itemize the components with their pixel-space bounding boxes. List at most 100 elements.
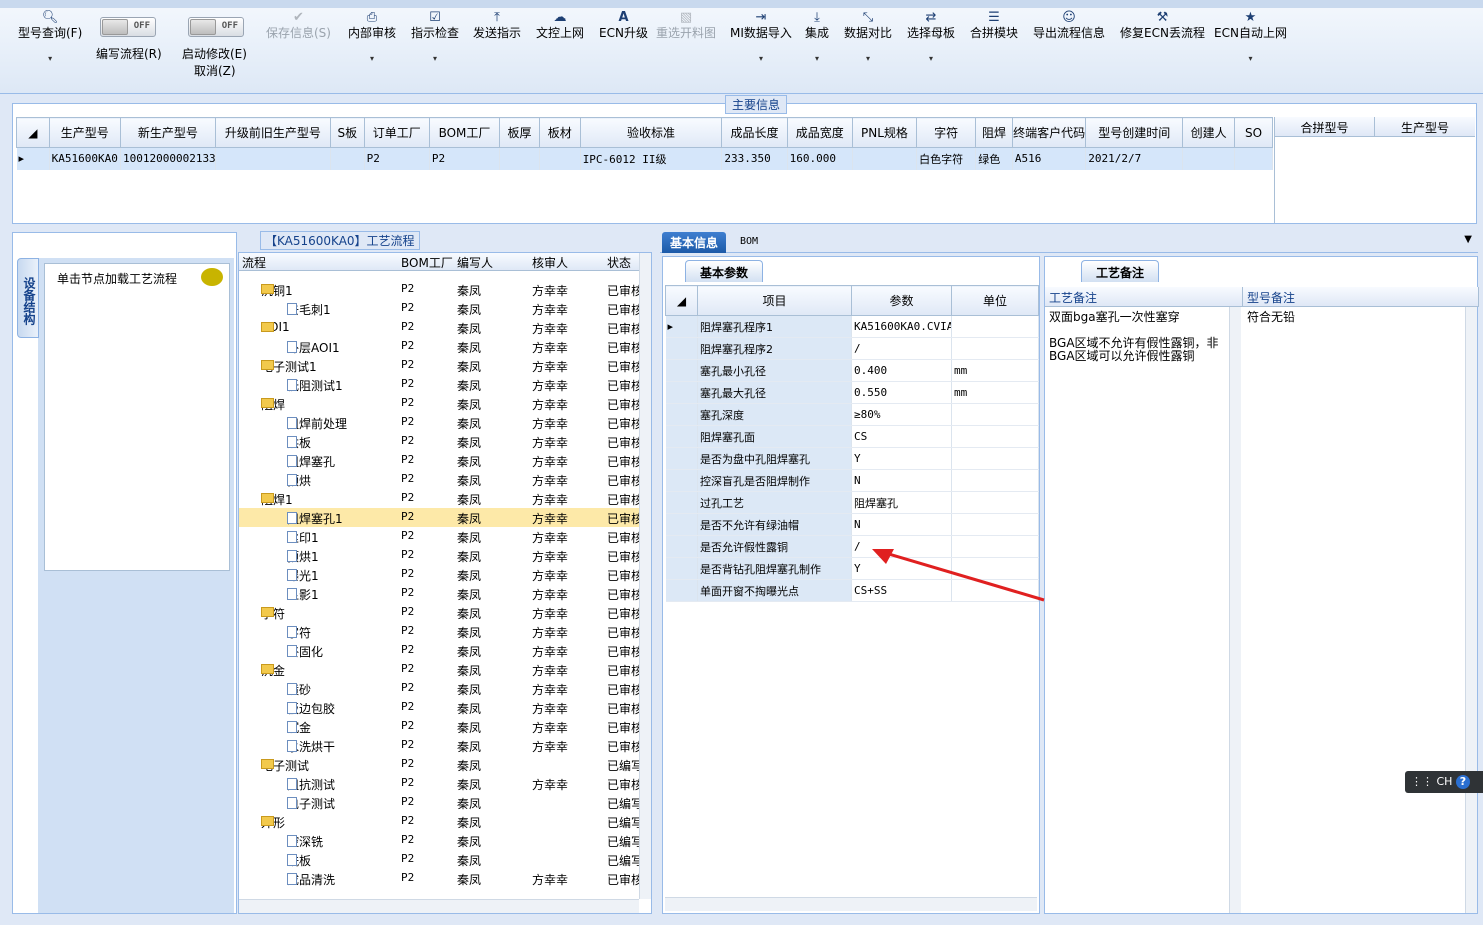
chevron-down-icon[interactable]: ▾ bbox=[348, 51, 396, 66]
process-notes-text[interactable]: 双面bga塞孔一次性塞穿 BGA区域不允许有假性露铜，非 BGA区域可以允许假性… bbox=[1049, 311, 1229, 363]
tab-basic-params[interactable]: 基本参数 bbox=[685, 260, 764, 282]
tree-node[interactable]: 预烘 P2 秦凤 方幸幸 已审核 bbox=[239, 470, 643, 489]
ecn-auto-online-button[interactable]: ★ ECN自动上网 ▾ bbox=[1214, 10, 1287, 66]
param-unit-cell[interactable]: mm bbox=[951, 381, 1039, 404]
param-unit-cell[interactable] bbox=[951, 469, 1039, 492]
send-instruction-button[interactable]: ⤒ 发送指示 bbox=[473, 10, 521, 41]
params-hscrollbar[interactable] bbox=[665, 897, 1037, 911]
tree-node[interactable]: 阻抗测试 P2 秦凤 方幸幸 已审核 bbox=[239, 774, 643, 793]
tree-node[interactable]: 显影1 P2 秦凤 方幸幸 已审核 bbox=[239, 584, 643, 603]
param-value-cell[interactable]: 0.400 bbox=[851, 359, 952, 382]
process-hscrollbar[interactable] bbox=[239, 899, 639, 913]
param-value-cell[interactable]: 阻焊塞孔 bbox=[851, 491, 952, 514]
chevron-down-icon[interactable]: ▾ bbox=[907, 51, 955, 66]
param-unit-cell[interactable] bbox=[951, 513, 1039, 536]
tree-node[interactable]: 终固化 P2 秦凤 方幸幸 已审核 bbox=[239, 641, 643, 660]
param-value-cell[interactable]: ≥80% bbox=[851, 403, 952, 426]
param-value-cell[interactable]: N bbox=[851, 469, 952, 492]
param-unit-cell[interactable] bbox=[951, 425, 1039, 448]
tree-node[interactable]: −阻焊1 P2 秦凤 方幸幸 已审核 bbox=[239, 489, 643, 508]
write-process-toggle[interactable]: OFF bbox=[100, 17, 156, 37]
param-row[interactable]: 过孔工艺 阻焊塞孔 bbox=[665, 491, 1039, 514]
tree-node[interactable]: 阻焊前处理 P2 秦凤 方幸幸 已审核 bbox=[239, 413, 643, 432]
tab-basic-info[interactable]: 基本信息 bbox=[662, 232, 727, 253]
save-info-button[interactable]: ✔ 保存信息(S) bbox=[266, 10, 331, 41]
ime-toolbar[interactable]: ⋮⋮ CH ? bbox=[1405, 771, 1483, 793]
tree-node[interactable]: 曝光1 P2 秦凤 方幸幸 已审核 bbox=[239, 565, 643, 584]
cancel-label[interactable]: 取消(Z) bbox=[194, 62, 236, 79]
param-unit-cell[interactable] bbox=[951, 315, 1039, 338]
param-value-cell[interactable]: 0.550 bbox=[851, 381, 952, 404]
model-query-button[interactable]: 🔍︎ 型号查询(F) ▾ bbox=[18, 10, 82, 66]
tree-node[interactable]: −AOI1 P2 秦凤 方幸幸 已审核 bbox=[239, 318, 643, 337]
param-row[interactable]: 阻焊塞孔面 CS bbox=[665, 425, 1039, 448]
param-value-cell[interactable]: KA51600KA0.CVIA bbox=[851, 315, 952, 338]
tree-node[interactable]: 铣板 P2 秦凤 已编写 bbox=[239, 850, 643, 869]
ecn-upgrade-button[interactable]: A ECN升级 bbox=[599, 10, 648, 41]
param-row[interactable]: ▸ 阻焊塞孔程序1 KA51600KA0.CVIA bbox=[665, 315, 1039, 338]
tab-device-structure[interactable]: 设备结构 bbox=[17, 258, 39, 338]
tree-node[interactable]: −沉金 P2 秦凤 方幸幸 已审核 bbox=[239, 660, 643, 679]
process-notes-scrollbar[interactable] bbox=[1229, 307, 1241, 913]
tree-node[interactable]: −沉铜1 P2 秦凤 方幸幸 已审核 bbox=[239, 280, 643, 299]
mi-data-import-button[interactable]: ⇥ MI数据导入 ▾ bbox=[730, 10, 792, 66]
tab-bom[interactable]: BOM bbox=[732, 232, 766, 253]
tree-node[interactable]: 烘板 P2 秦凤 方幸幸 已审核 bbox=[239, 432, 643, 451]
tree-node[interactable]: −外形 P2 秦凤 已编写 bbox=[239, 812, 643, 831]
model-notes-scrollbar[interactable] bbox=[1465, 307, 1477, 913]
chevron-down-icon[interactable]: ▾ bbox=[411, 51, 459, 66]
export-process-info-button[interactable]: ☺ 导出流程信息 bbox=[1033, 10, 1105, 41]
tree-node[interactable]: 丝印1 P2 秦凤 方幸幸 已审核 bbox=[239, 527, 643, 546]
tab-process-notes[interactable]: 工艺备注 bbox=[1081, 260, 1160, 282]
model-notes-text[interactable]: 符合无铅 bbox=[1247, 311, 1447, 324]
data-compare-button[interactable]: ⤡ 数据对比 ▾ bbox=[844, 10, 892, 66]
tree-node[interactable]: −字符 P2 秦凤 方幸幸 已审核 bbox=[239, 603, 643, 622]
tree-node[interactable]: 喷砂 P2 秦凤 方幸幸 已审核 bbox=[239, 679, 643, 698]
ime-language[interactable]: CH bbox=[1437, 775, 1453, 788]
param-row[interactable]: 是否不允许有绿油帽 N bbox=[665, 513, 1039, 536]
param-unit-cell[interactable] bbox=[951, 491, 1039, 514]
tree-node[interactable]: 预烘1 P2 秦凤 方幸幸 已审核 bbox=[239, 546, 643, 565]
chevron-down-icon[interactable]: ▾ bbox=[730, 51, 792, 66]
tree-node[interactable]: 去毛刺1 P2 秦凤 方幸幸 已审核 bbox=[239, 299, 643, 318]
tree-node[interactable]: 电子测试 P2 秦凤 已编写 bbox=[239, 793, 643, 812]
param-unit-cell[interactable]: mm bbox=[951, 359, 1039, 382]
param-row[interactable]: 控深盲孔是否阻焊制作 N bbox=[665, 469, 1039, 492]
param-value-cell[interactable]: CS bbox=[851, 425, 952, 448]
tree-node[interactable]: 阻焊塞孔 P2 秦凤 方幸幸 已审核 bbox=[239, 451, 643, 470]
reselect-cut-image-button[interactable]: ▧ 重选开料图 bbox=[656, 10, 716, 41]
instruction-check-button[interactable]: ☑ 指示检查 ▾ bbox=[411, 10, 459, 66]
param-value-cell[interactable]: / bbox=[851, 337, 952, 360]
help-icon[interactable]: ? bbox=[1455, 775, 1470, 789]
chevron-down-icon[interactable]: ▾ bbox=[805, 51, 829, 66]
integrate-button[interactable]: ⤓ 集成 ▾ bbox=[805, 10, 829, 66]
merge-module-button[interactable]: ☰ 合拼模块 bbox=[970, 10, 1018, 41]
param-unit-cell[interactable] bbox=[951, 337, 1039, 360]
tree-node[interactable]: 沉金 P2 秦凤 方幸幸 已审核 bbox=[239, 717, 643, 736]
param-unit-cell[interactable] bbox=[951, 447, 1039, 470]
tree-node[interactable]: 水洗烘干 P2 秦凤 方幸幸 已审核 bbox=[239, 736, 643, 755]
param-unit-cell[interactable] bbox=[951, 403, 1039, 426]
tree-node[interactable]: −阻焊 P2 秦凤 方幸幸 已审核 bbox=[239, 394, 643, 413]
tree-node[interactable]: 外层AOI1 P2 秦凤 方幸幸 已审核 bbox=[239, 337, 643, 356]
table-row[interactable]: ▸ KA51600KA0 10012000002133 P2 P2 IPC-6012 II… bbox=[16, 147, 1273, 170]
chevron-down-icon[interactable]: ▾ bbox=[844, 51, 892, 66]
tree-node[interactable]: 字符 P2 秦凤 方幸幸 已审核 bbox=[239, 622, 643, 641]
tree-node[interactable]: 阻焊塞孔1 P2 秦凤 方幸幸 已审核 bbox=[239, 508, 643, 527]
tree-node[interactable]: 低阻测试1 P2 秦凤 方幸幸 已审核 bbox=[239, 375, 643, 394]
chevron-down-icon[interactable]: ▾ bbox=[1214, 51, 1287, 66]
select-mother-board-button[interactable]: ⇄ 选择母板 ▾ bbox=[907, 10, 955, 66]
param-row[interactable]: 塞孔最小孔径 0.400 mm bbox=[665, 359, 1039, 382]
internal-review-button[interactable]: ⎙ 内部审核 ▾ bbox=[348, 10, 396, 66]
param-value-cell[interactable]: N bbox=[851, 513, 952, 536]
param-row[interactable]: 阻焊塞孔程序2/ bbox=[665, 337, 1039, 360]
doc-control-online-button[interactable]: ☁ 文控上网 bbox=[536, 10, 584, 41]
param-row[interactable]: 是否为盘中孔阻焊塞孔 Y bbox=[665, 447, 1039, 470]
tree-node[interactable]: 板边包胶 P2 秦凤 方幸幸 已审核 bbox=[239, 698, 643, 717]
chevron-down-icon[interactable]: ▾ bbox=[18, 51, 82, 66]
tree-node[interactable]: −电子测试 P2 秦凤 已编写 bbox=[239, 755, 643, 774]
process-vscrollbar[interactable] bbox=[639, 253, 651, 899]
param-row[interactable]: 塞孔最大孔径 0.550 mm bbox=[665, 381, 1039, 404]
fix-ecn-lost-process-button[interactable]: ⚒ 修复ECN丢流程 bbox=[1120, 10, 1205, 41]
start-modify-toggle[interactable]: OFF bbox=[188, 17, 244, 37]
